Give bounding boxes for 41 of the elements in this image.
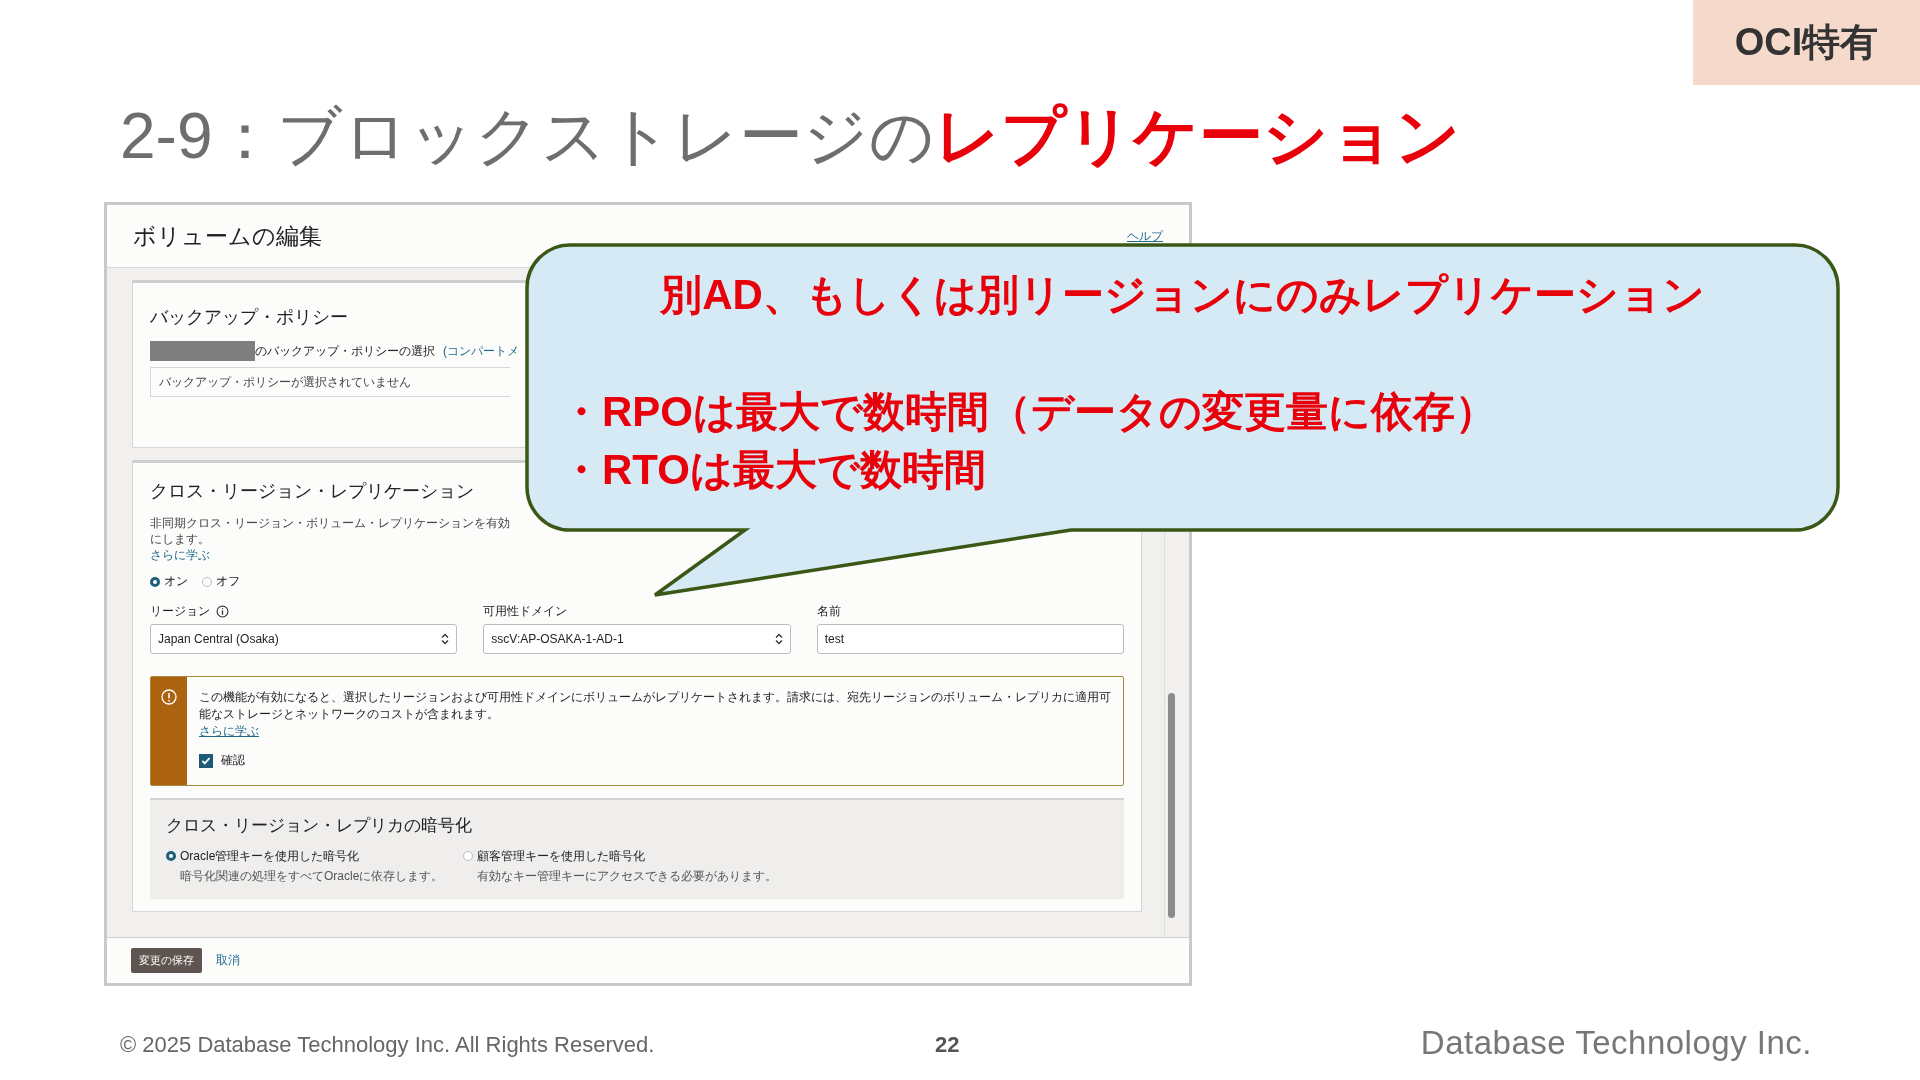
compartment-link[interactable]: (コンパートメ xyxy=(443,342,519,360)
radio-option[interactable]: Oracle管理キーを使用した暗号化 xyxy=(166,847,360,865)
warning-text: この機能が有効になると、選択したリージョンおよび可用性ドメインにボリュームがレプリケートされます。請求には、宛先リージョンのボリューム・レプリカに適用可能なストレージとネットワークのコストが含まれます。 xyxy=(199,689,1111,723)
cancel-link[interactable]: 取消 xyxy=(216,952,240,969)
radio-option[interactable]: 顧客管理キーを使用した暗号化 xyxy=(463,847,646,865)
dialog-title: ボリュームの編集 xyxy=(133,221,322,251)
callout-bullet: ・RPOは最大で数時間（データの変更量に依存） xyxy=(560,387,1497,437)
option-hint: 暗号化関連の処理をすべてOracleに依存します。 xyxy=(180,868,444,885)
option-hint: 有効なキー管理キーにアクセスできる必要があります。 xyxy=(477,868,778,885)
field-label: 可用性ドメイン xyxy=(483,603,568,620)
section-description: 非同期クロス・リージョン・ボリューム・レプリケーションを有効にします。 xyxy=(150,515,511,547)
page-number: 22 xyxy=(935,1032,960,1058)
policy-field[interactable]: バックアップ・ポリシーが選択されていません xyxy=(150,367,510,397)
radio-option[interactable]: オン xyxy=(150,573,188,590)
section-heading: バックアップ・ポリシー xyxy=(150,306,348,329)
select-field[interactable]: sscV:AP-OSAKA-1-AD-1 xyxy=(483,624,791,654)
checkbox-label: 確認 xyxy=(221,752,245,769)
section-heading: クロス・リージョン・レプリカの暗号化 xyxy=(166,815,473,837)
callout-bullet: ・RTOは最大で数時間 xyxy=(560,445,987,495)
info-icon[interactable] xyxy=(216,605,229,618)
radio-option[interactable]: オフ xyxy=(202,573,240,590)
learn-more-link[interactable]: さらに学ぶ xyxy=(199,724,259,738)
scrollbar-thumb[interactable] xyxy=(1168,693,1175,918)
field-label: 名前 xyxy=(816,603,841,620)
company-logo: Database Technology Inc. xyxy=(1420,1024,1812,1062)
up-down-chevron-icon xyxy=(441,633,450,645)
save-button[interactable]: 変更の保存 xyxy=(131,948,202,973)
up-down-chevron-icon xyxy=(774,633,783,645)
select-field[interactable]: Japan Central (Osaka) xyxy=(150,624,458,654)
field-label: のバックアップ・ポリシーの選択 xyxy=(255,342,435,360)
field-label: リージョン xyxy=(150,603,210,620)
checkbox[interactable] xyxy=(199,753,213,768)
copyright-text: © 2025 Database Technology Inc. All Rights Reserved. xyxy=(120,1032,655,1058)
input-field[interactable]: test xyxy=(816,624,1124,654)
warning-icon xyxy=(161,689,177,705)
learn-more-link[interactable]: さらに学ぶ xyxy=(150,548,210,562)
callout-heading: 別AD、もしくは別リージョンにのみレプリケーション xyxy=(659,270,1706,320)
section-heading: クロス・リージョン・レプリケーション xyxy=(150,480,474,503)
help-link[interactable]: ヘルプ xyxy=(1127,227,1163,245)
slide-title: 2-9：ブロックストレージの レプリケーション xyxy=(120,99,1462,174)
slide-badge: OCI特有 xyxy=(1693,0,1920,85)
